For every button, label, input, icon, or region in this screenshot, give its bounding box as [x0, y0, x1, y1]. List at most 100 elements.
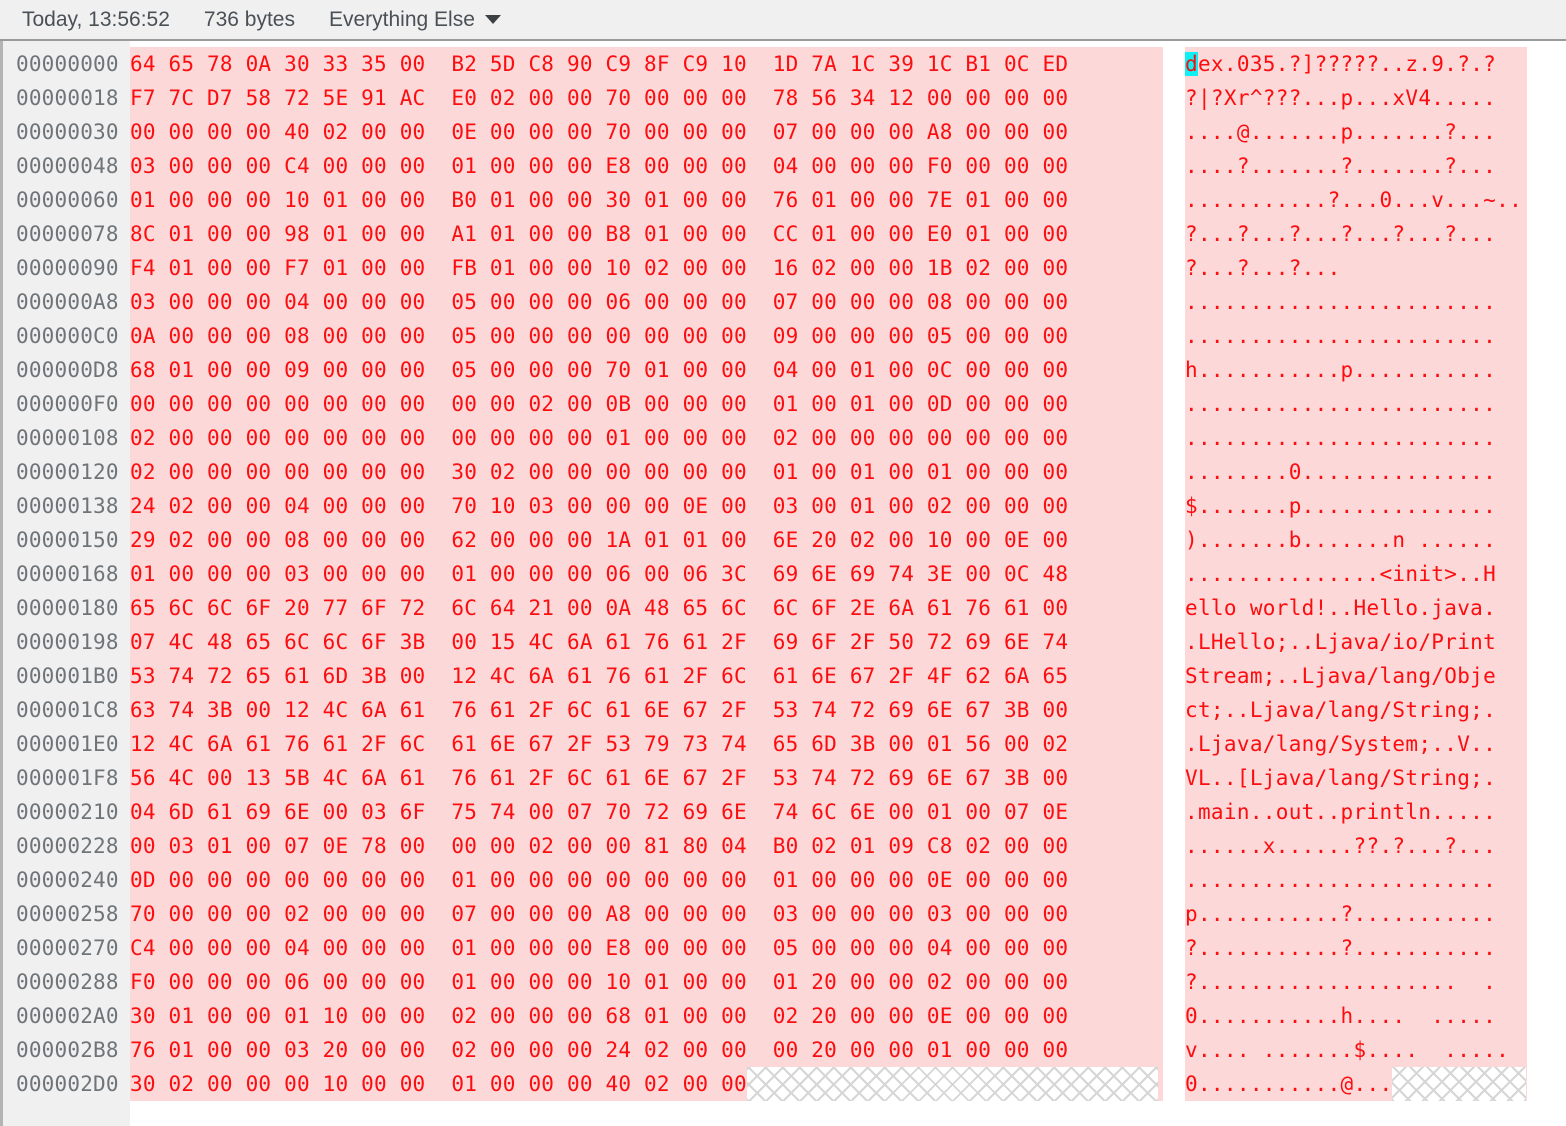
- byte-group[interactable]: 04 6D 61 69 6E 00 03 6F: [130, 795, 425, 829]
- hex-row[interactable]: 02 00 00 00 00 00 00 00 00 00 00 00 01 00…: [130, 421, 1163, 455]
- hex-row[interactable]: 12 4C 6A 61 76 61 2F 6C 61 6E 67 2F 53 79…: [130, 727, 1163, 761]
- byte-group[interactable]: B0 01 00 00 30 01 00 00: [451, 183, 746, 217]
- hex-row[interactable]: F7 7C D7 58 72 5E 91 AC E0 02 00 00 70 00…: [130, 81, 1163, 115]
- hex-row[interactable]: 01 00 00 00 03 00 00 00 01 00 00 00 06 00…: [130, 557, 1163, 591]
- byte-group[interactable]: 00 00 02 00 0B 00 00 00: [451, 387, 746, 421]
- byte-group[interactable]: FB 01 00 00 10 02 00 00: [451, 251, 746, 285]
- hex-row[interactable]: 56 4C 00 13 5B 4C 6A 61 76 61 2F 6C 61 6E…: [130, 761, 1163, 795]
- ascii-row[interactable]: VL..[Ljava/lang/String;.: [1185, 761, 1527, 795]
- byte-group[interactable]: 07 00 00 00 A8 00 00 00: [451, 897, 746, 931]
- ascii-row[interactable]: .main..out..println.....: [1185, 795, 1527, 829]
- byte-group[interactable]: 04 00 00 00 F0 00 00 00: [773, 149, 1068, 183]
- byte-group[interactable]: 01 00 00 00 10 01 00 00: [451, 965, 746, 999]
- hex-row[interactable]: 53 74 72 65 61 6D 3B 00 12 4C 6A 61 76 61…: [130, 659, 1163, 693]
- byte-group[interactable]: 29 02 00 00 08 00 00 00: [130, 523, 425, 557]
- byte-group[interactable]: C4 00 00 00 04 00 00 00: [130, 931, 425, 965]
- ascii-row[interactable]: v.... .......$.... .....: [1185, 1033, 1527, 1067]
- byte-group[interactable]: 02 00 00 00 00 00 00 00: [130, 421, 425, 455]
- hex-row[interactable]: 00 00 00 00 40 02 00 00 0E 00 00 00 70 00…: [130, 115, 1163, 149]
- hex-row[interactable]: 0A 00 00 00 08 00 00 00 05 00 00 00 00 00…: [130, 319, 1163, 353]
- ascii-row[interactable]: ello world!..Hello.java.: [1185, 591, 1527, 625]
- byte-group[interactable]: 12 4C 6A 61 76 61 2F 6C: [130, 727, 425, 761]
- ascii-row[interactable]: ........................: [1185, 421, 1527, 455]
- hex-row[interactable]: C4 00 00 00 04 00 00 00 01 00 00 00 E8 00…: [130, 931, 1163, 965]
- ascii-row[interactable]: 0...........h.... .....: [1185, 999, 1527, 1033]
- ascii-row[interactable]: ........0...............: [1185, 455, 1527, 489]
- byte-group[interactable]: 0E 00 00 00 70 00 00 00: [451, 115, 746, 149]
- byte-group[interactable]: B0 02 01 09 C8 02 00 00: [773, 829, 1068, 863]
- byte-group[interactable]: 53 74 72 69 6E 67 3B 00: [773, 693, 1068, 727]
- byte-group[interactable]: 1D 7A 1C 39 1C B1 0C ED: [773, 47, 1068, 81]
- byte-group[interactable]: 70 10 03 00 00 00 0E 00: [451, 489, 746, 523]
- ascii-row[interactable]: ....?.......?.......?...: [1185, 149, 1527, 183]
- ascii-row[interactable]: ?...........?...........: [1185, 931, 1527, 965]
- hex-row[interactable]: 24 02 00 00 04 00 00 00 70 10 03 00 00 00…: [130, 489, 1163, 523]
- byte-group[interactable]: 01 00 00 00 06 00 06 3C: [451, 557, 746, 591]
- byte-group[interactable]: 01 00 01 00 01 00 00 00: [773, 455, 1068, 489]
- byte-group[interactable]: 69 6E 69 74 3E 00 0C 48: [773, 557, 1068, 591]
- hex-row[interactable]: 02 00 00 00 00 00 00 00 30 02 00 00 00 00…: [130, 455, 1163, 489]
- byte-group[interactable]: 62 00 00 00 1A 01 01 00: [451, 523, 746, 557]
- byte-group[interactable]: 8C 01 00 00 98 01 00 00: [130, 217, 425, 251]
- hex-row[interactable]: 64 65 78 0A 30 33 35 00 B2 5D C8 90 C9 8F…: [130, 47, 1163, 81]
- byte-group[interactable]: F4 01 00 00 F7 01 00 00: [130, 251, 425, 285]
- byte-group[interactable]: 00 00 00 00 40 02 00 00: [130, 115, 425, 149]
- byte-group[interactable]: 76 61 2F 6C 61 6E 67 2F: [451, 693, 746, 727]
- byte-group[interactable]: 0D 00 00 00 00 00 00 00: [130, 863, 425, 897]
- ascii-pane[interactable]: dex.035.?]?????..z.9.?.? ?|?Xr^???...p...…: [1185, 41, 1536, 1126]
- hex-row[interactable]: F0 00 00 00 06 00 00 00 01 00 00 00 10 01…: [130, 965, 1163, 999]
- byte-group[interactable]: 6C 64 21 00 0A 48 65 6C: [451, 591, 746, 625]
- byte-group[interactable]: B2 5D C8 90 C9 8F C9 10: [451, 47, 746, 81]
- byte-group[interactable]: 0A 00 00 00 08 00 00 00: [130, 319, 425, 353]
- hex-row[interactable]: 65 6C 6C 6F 20 77 6F 72 6C 64 21 00 0A 48…: [130, 591, 1163, 625]
- ascii-row[interactable]: 0...........@...: [1185, 1067, 1527, 1101]
- byte-group[interactable]: 76 61 2F 6C 61 6E 67 2F: [451, 761, 746, 795]
- byte-group[interactable]: 03 00 00 00 C4 00 00 00: [130, 149, 425, 183]
- hex-bytes-pane[interactable]: 64 65 78 0A 30 33 35 00 B2 5D C8 90 C9 8F…: [130, 41, 1163, 1126]
- ascii-row[interactable]: ........................: [1185, 285, 1527, 319]
- byte-group[interactable]: 07 00 00 00 A8 00 00 00: [773, 115, 1068, 149]
- byte-group[interactable]: 01 00 01 00 0D 00 00 00: [773, 387, 1068, 421]
- ascii-row[interactable]: ?.................... .: [1185, 965, 1527, 999]
- hex-row[interactable]: 03 00 00 00 04 00 00 00 05 00 00 00 06 00…: [130, 285, 1163, 319]
- hex-editor-view[interactable]: 00000000 00000018 00000030 00000048 00000060…: [0, 41, 1566, 1126]
- byte-group[interactable]: 00 15 4C 6A 61 76 61 2F: [451, 625, 746, 659]
- byte-group[interactable]: 02 00 00 00 00 00 00 00: [130, 455, 425, 489]
- byte-group[interactable]: 07 00 00 00 08 00 00 00: [773, 285, 1068, 319]
- hex-row[interactable]: 68 01 00 00 09 00 00 00 05 00 00 00 70 01…: [130, 353, 1163, 387]
- byte-group[interactable]: 30 01 00 00 01 10 00 00: [130, 999, 425, 1033]
- byte-group[interactable]: 01 00 00 00 E8 00 00 00: [451, 149, 746, 183]
- ascii-row[interactable]: ........................: [1185, 863, 1527, 897]
- hex-row[interactable]: 04 6D 61 69 6E 00 03 6F 75 74 00 07 70 72…: [130, 795, 1163, 829]
- byte-group[interactable]: 65 6C 6C 6F 20 77 6F 72: [130, 591, 425, 625]
- byte-group[interactable]: 02 00 00 00 68 01 00 00: [451, 999, 746, 1033]
- hex-row[interactable]: 03 00 00 00 C4 00 00 00 01 00 00 00 E8 00…: [130, 149, 1163, 183]
- byte-group[interactable]: 01 00 00 00 03 00 00 00: [130, 557, 425, 591]
- hex-row[interactable]: 00 00 00 00 00 00 00 00 00 00 02 00 0B 00…: [130, 387, 1163, 421]
- ascii-row[interactable]: $.......p...............: [1185, 489, 1527, 523]
- byte-group[interactable]: 12 4C 6A 61 76 61 2F 6C: [451, 659, 746, 693]
- byte-group[interactable]: 05 00 00 00 70 01 00 00: [451, 353, 746, 387]
- byte-group[interactable]: 02 20 00 00 0E 00 00 00: [773, 999, 1068, 1033]
- ascii-row[interactable]: ct;..Ljava/lang/String;.: [1185, 693, 1527, 727]
- byte-group[interactable]: 03 00 00 00 03 00 00 00: [773, 897, 1068, 931]
- ascii-row[interactable]: h...........p...........: [1185, 353, 1527, 387]
- byte-group[interactable]: 05 00 00 00 06 00 00 00: [451, 285, 746, 319]
- ascii-row[interactable]: .LHello;..Ljava/io/Print: [1185, 625, 1527, 659]
- byte-group[interactable]: 00 00 00 00 00 00 00 00: [130, 387, 425, 421]
- byte-group[interactable]: 07 4C 48 65 6C 6C 6F 3B: [130, 625, 425, 659]
- byte-group[interactable]: 03 00 01 00 02 00 00 00: [773, 489, 1068, 523]
- byte-group[interactable]: F7 7C D7 58 72 5E 91 AC: [130, 81, 425, 115]
- byte-group[interactable]: 74 6C 6E 00 01 00 07 0E: [773, 795, 1068, 829]
- byte-group[interactable]: 65 6D 3B 00 01 56 00 02: [773, 727, 1068, 761]
- ascii-row[interactable]: ........................: [1185, 387, 1527, 421]
- byte-group[interactable]: 63 74 3B 00 12 4C 6A 61: [130, 693, 425, 727]
- byte-group[interactable]: 00 00 00 00 01 00 00 00: [451, 421, 746, 455]
- byte-group[interactable]: 6C 6F 2E 6A 61 76 61 00: [773, 591, 1068, 625]
- hex-row[interactable]: 07 4C 48 65 6C 6C 6F 3B 00 15 4C 6A 61 76…: [130, 625, 1163, 659]
- byte-group[interactable]: 68 01 00 00 09 00 00 00: [130, 353, 425, 387]
- ascii-row[interactable]: Stream;..Ljava/lang/Obje: [1185, 659, 1527, 693]
- ascii-row[interactable]: dex.035.?]?????..z.9.?.?: [1185, 47, 1527, 81]
- hex-row[interactable]: 30 01 00 00 01 10 00 00 02 00 00 00 68 01…: [130, 999, 1163, 1033]
- hex-row[interactable]: 63 74 3B 00 12 4C 6A 61 76 61 2F 6C 61 6E…: [130, 693, 1163, 727]
